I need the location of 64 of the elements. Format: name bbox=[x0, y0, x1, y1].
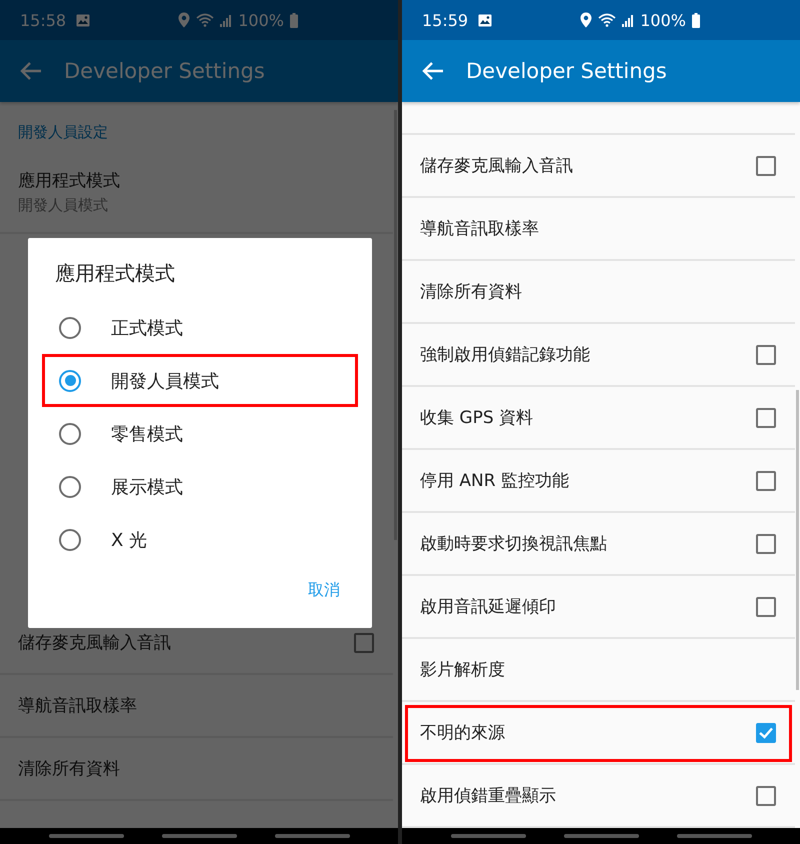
battery-icon bbox=[692, 12, 700, 28]
image-icon bbox=[478, 14, 492, 26]
row-label: 儲存麥克風輸入音訊 bbox=[18, 632, 171, 654]
settings-row[interactable]: 啟用音訊延遲傾印 bbox=[402, 576, 795, 639]
settings-row[interactable]: 不明的來源 bbox=[402, 702, 795, 765]
row-label: 導航音訊取樣率 bbox=[18, 695, 137, 717]
row-label: 不明的來源 bbox=[420, 722, 505, 744]
row-label: 儲存麥克風輸入音訊 bbox=[420, 155, 573, 177]
row-label: 收集 GPS 資料 bbox=[420, 407, 534, 429]
row-label: 停用 ANR 監控功能 bbox=[420, 470, 569, 492]
radio-button[interactable] bbox=[59, 476, 81, 498]
row-label: 清除所有資料 bbox=[420, 281, 522, 303]
checkbox[interactable] bbox=[756, 156, 776, 176]
signal-icon bbox=[622, 14, 634, 26]
back-icon[interactable] bbox=[422, 61, 444, 81]
checkbox[interactable] bbox=[756, 408, 776, 428]
settings-row[interactable]: 導航音訊取樣率 bbox=[402, 198, 795, 261]
checkbox[interactable] bbox=[354, 632, 374, 652]
settings-row[interactable]: 清除所有資料 bbox=[402, 261, 795, 324]
checkbox[interactable] bbox=[756, 786, 776, 806]
row-label: 強制啟用偵錯記錄功能 bbox=[420, 344, 590, 366]
battery-icon bbox=[290, 12, 298, 28]
section-header: 開發人員設定 bbox=[17, 122, 109, 143]
radio-button[interactable] bbox=[59, 370, 81, 392]
settings-row[interactable]: 收集 GPS 資料 bbox=[402, 387, 795, 450]
row-label: 啟動時要求切換視訊焦點 bbox=[420, 533, 607, 555]
settings-row[interactable]: 儲存麥克風輸入音訊 bbox=[402, 135, 795, 198]
row-label: 啟用偵錯重疊顯示 bbox=[420, 785, 556, 807]
app-bar-title: Developer Settings bbox=[466, 59, 667, 83]
dialog-title: 應用程式模式 bbox=[54, 260, 176, 287]
status-time: 15:59 bbox=[422, 10, 468, 30]
radio-option[interactable]: 開發人員模式 bbox=[42, 354, 358, 407]
row-label: 啟用音訊延遲傾印 bbox=[420, 596, 556, 618]
radio-button[interactable] bbox=[59, 422, 81, 444]
settings-row[interactable]: 影片解析度 bbox=[402, 639, 795, 702]
location-icon bbox=[580, 12, 592, 28]
signal-icon bbox=[220, 14, 232, 26]
checkbox[interactable] bbox=[756, 596, 776, 616]
battery-level: 100% bbox=[238, 10, 284, 30]
radio-option[interactable]: 零售模式 bbox=[42, 407, 358, 460]
battery-level: 100% bbox=[640, 10, 686, 30]
settings-row[interactable]: 啟動時要求切換視訊焦點 bbox=[402, 513, 795, 576]
radio-button[interactable] bbox=[59, 528, 81, 550]
checkbox[interactable] bbox=[756, 470, 776, 490]
status-time: 15:58 bbox=[20, 10, 66, 30]
checkbox[interactable] bbox=[756, 344, 776, 364]
row-label: 應用程式模式 bbox=[18, 170, 120, 192]
back-icon[interactable] bbox=[20, 61, 42, 81]
checkbox[interactable] bbox=[756, 722, 776, 742]
app-bar-title: Developer Settings bbox=[64, 59, 265, 83]
wifi-icon bbox=[598, 13, 616, 27]
location-icon bbox=[178, 12, 190, 28]
wifi-icon bbox=[196, 13, 214, 27]
radio-option[interactable]: 展示模式 bbox=[42, 460, 358, 513]
row-label: 清除所有資料 bbox=[18, 758, 120, 780]
image-icon bbox=[76, 14, 90, 26]
checkbox[interactable] bbox=[756, 534, 776, 554]
settings-row[interactable]: 停用 ANR 監控功能 bbox=[402, 450, 795, 513]
settings-row[interactable]: 強制啟用偵錯記錄功能 bbox=[402, 324, 795, 387]
row-label: 導航音訊取樣率 bbox=[420, 218, 539, 240]
radio-option[interactable]: X 光 bbox=[42, 513, 358, 566]
row-label: 影片解析度 bbox=[420, 659, 505, 681]
radio-button[interactable] bbox=[59, 316, 81, 338]
radio-option[interactable]: 正式模式 bbox=[42, 301, 358, 354]
